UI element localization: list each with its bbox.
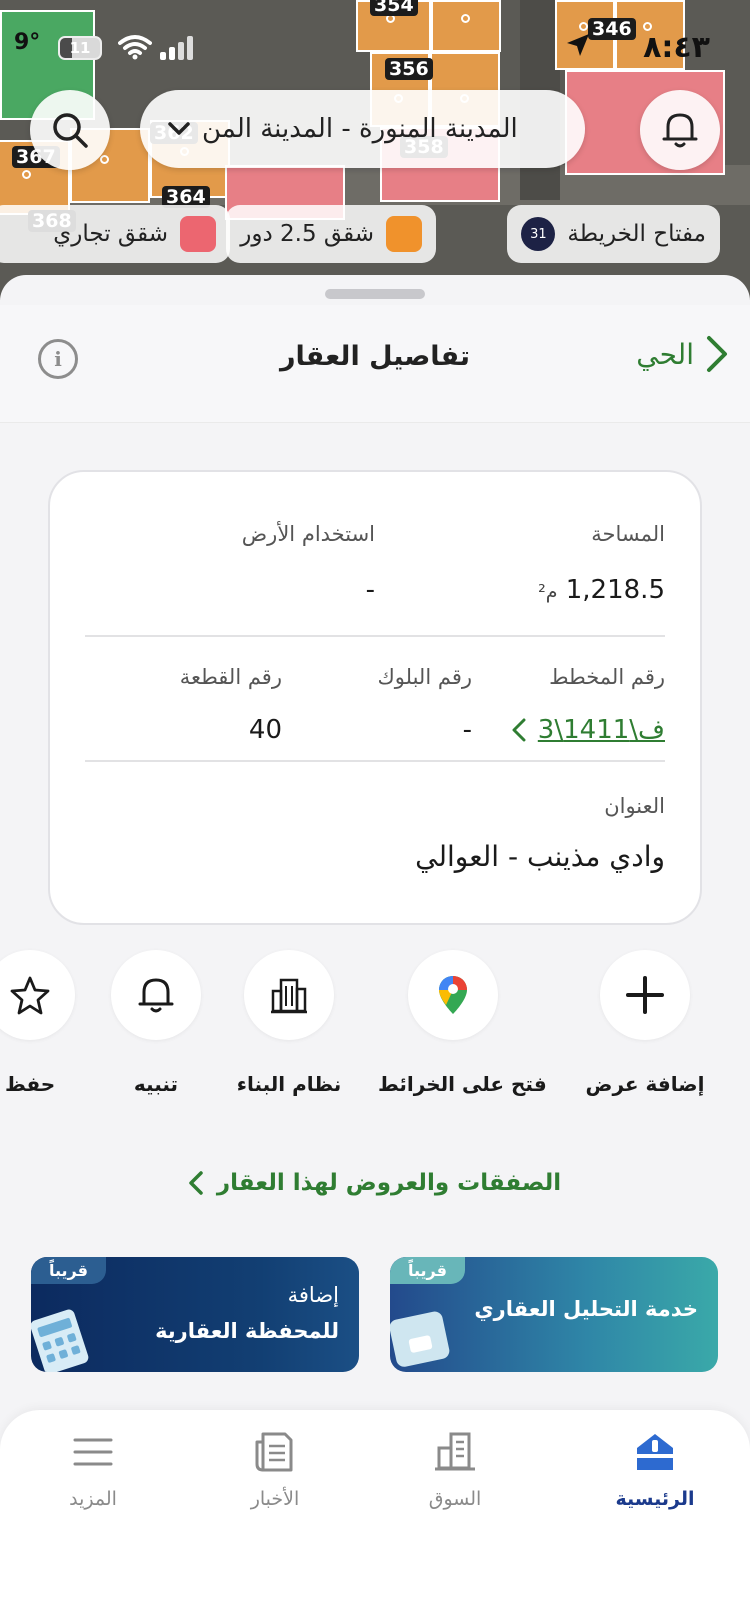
nav-market[interactable]: السوق: [380, 1430, 530, 1510]
add-offer-label: إضافة عرض: [585, 1072, 705, 1096]
legend-commercial-chip[interactable]: شقق تجاري: [0, 205, 230, 263]
menu-icon: [73, 1438, 113, 1466]
cellular-signal-icon: [160, 36, 193, 60]
home-icon: [637, 1434, 673, 1470]
block-number-value: -: [462, 715, 472, 745]
divider: [85, 635, 665, 637]
deals-offers-link[interactable]: الصفقات والعروض لهذا العقار: [0, 1170, 750, 1196]
map-lot[interactable]: [431, 0, 501, 52]
nav-news-label: الأخبار: [250, 1488, 300, 1510]
plan-number-link[interactable]: 3\ف\1411: [512, 715, 665, 745]
market-building-icon: [435, 1432, 475, 1471]
city-select-value: المدينة المنورة - المدينة المن: [202, 114, 518, 144]
address-value: وادي مذينب - العوالي: [415, 840, 665, 873]
building-icon: [271, 978, 307, 1014]
bottom-navigation: الرئيسية السوق الأخبار المزيد: [0, 1410, 750, 1621]
analysis-card-icon: [390, 1311, 450, 1367]
map-key-count: 31: [521, 217, 556, 251]
area-unit: م²: [538, 581, 558, 603]
news-icon: [255, 1432, 293, 1472]
add-offer-action[interactable]: إضافة عرض: [570, 950, 720, 1096]
plan-number-label: رقم المخطط: [549, 665, 665, 689]
battery-indicator: 11: [58, 36, 102, 60]
land-use-value: -: [365, 575, 375, 605]
legend-swatch: [386, 216, 422, 252]
back-link-label: الحي: [636, 337, 694, 371]
promo-title-line2: للمحفظة العقارية: [155, 1319, 339, 1343]
plot-number: 356: [385, 58, 433, 80]
chevron-down-icon: [168, 122, 190, 135]
nav-home-label: الرئيسية: [615, 1488, 695, 1510]
nav-more[interactable]: المزيد: [18, 1430, 168, 1510]
status-temperature: 9°: [14, 30, 41, 55]
open-in-maps-label: فتح على الخرائط: [378, 1072, 547, 1096]
nav-market-label: السوق: [428, 1488, 482, 1510]
real-estate-analysis-card[interactable]: قريباً خدمة التحليل العقاري: [390, 1257, 718, 1372]
legend-commercial-label: شقق تجاري: [53, 221, 168, 247]
notifications-button[interactable]: [640, 90, 720, 170]
calculator-icon: [31, 1309, 89, 1372]
add-to-portfolio-card[interactable]: قريباً إضافة للمحفظة العقارية: [31, 1257, 359, 1372]
nav-home[interactable]: الرئيسية: [580, 1430, 730, 1510]
plus-icon: [626, 976, 664, 1014]
star-icon: [10, 976, 50, 1015]
wifi-icon: [118, 35, 152, 60]
land-use-label: استخدام الأرض: [241, 522, 375, 546]
chevron-left-icon: [189, 1171, 203, 1195]
city-select[interactable]: المدينة المنورة - المدينة المن: [140, 90, 585, 168]
coming-soon-badge: قريباً: [31, 1257, 106, 1284]
plot-number: 354: [370, 0, 418, 16]
deals-link-label: الصفقات والعروض لهذا العقار: [216, 1170, 562, 1196]
legend-apartments-chip[interactable]: شقق 2.5 دور: [226, 205, 436, 263]
building-system-action[interactable]: نظام البناء: [214, 950, 364, 1096]
open-in-maps-button[interactable]: [408, 950, 498, 1040]
plot-number-label: رقم القطعة: [179, 665, 282, 689]
google-maps-pin-icon: [439, 976, 467, 1014]
search-icon: [53, 113, 88, 148]
map-key-chip[interactable]: مفتاح الخريطة 31: [507, 205, 720, 263]
bell-icon: [138, 978, 174, 1013]
area-value: 1,218.5 م²: [538, 575, 665, 605]
chevron-right-icon: [707, 336, 727, 372]
building-system-label: نظام البناء: [236, 1072, 342, 1096]
map-view[interactable]: 354 356 346 367 364 368 362 358 9° 11 ٨:…: [0, 0, 750, 300]
search-button[interactable]: [30, 90, 110, 170]
chevron-left-icon: [512, 718, 526, 742]
alert-button[interactable]: [111, 950, 201, 1040]
area-label: المساحة: [591, 522, 665, 546]
divider: [85, 760, 665, 762]
info-icon[interactable]: i: [38, 339, 78, 379]
plot-number: 346: [588, 18, 636, 40]
nav-news[interactable]: الأخبار: [200, 1430, 350, 1510]
block-number-label: رقم البلوك: [377, 665, 472, 689]
promo-title: خدمة التحليل العقاري: [474, 1297, 698, 1321]
open-in-maps-action[interactable]: فتح على الخرائط: [378, 950, 547, 1096]
save-button[interactable]: [0, 950, 75, 1040]
coming-soon-badge: قريباً: [390, 1257, 465, 1284]
neighborhood-back-link[interactable]: الحي: [636, 335, 728, 373]
address-label: العنوان: [604, 794, 665, 818]
map-key-label: مفتاح الخريطة: [567, 221, 706, 247]
add-offer-button[interactable]: [600, 950, 690, 1040]
save-action[interactable]: حفظ: [0, 950, 105, 1096]
promo-title-line1: إضافة: [287, 1283, 339, 1307]
location-arrow-icon: [567, 34, 589, 56]
bell-icon: [662, 113, 698, 148]
legend-apartments-label: شقق 2.5 دور: [240, 221, 374, 247]
save-label: حفظ: [5, 1072, 56, 1096]
legend-swatch: [180, 216, 216, 252]
status-time: ٨:٤٣: [643, 30, 710, 65]
plot-number-value: 40: [248, 715, 282, 745]
nav-more-label: المزيد: [69, 1488, 117, 1510]
sheet-header: تفاصيل العقار الحي i: [0, 305, 750, 423]
sheet-drag-handle[interactable]: [325, 289, 425, 299]
building-system-button[interactable]: [244, 950, 334, 1040]
property-details-card: المساحة 1,218.5 م² استخدام الأرض - رقم ا…: [48, 470, 702, 925]
